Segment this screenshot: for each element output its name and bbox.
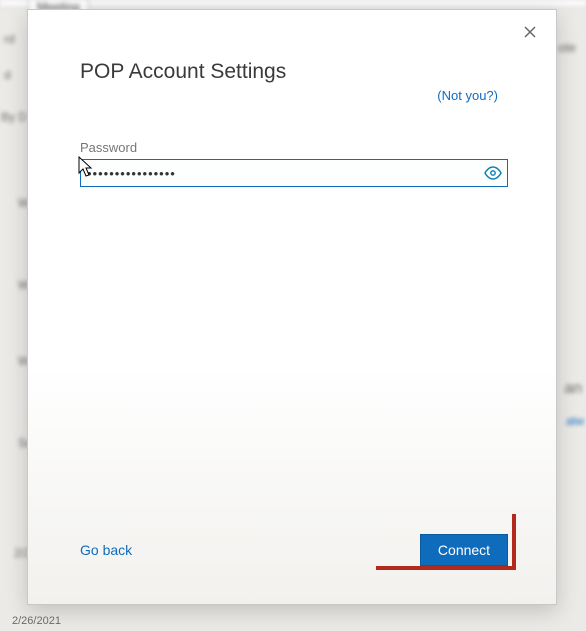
dialog-content: POP Account Settings (Not you?) Password… [28, 10, 556, 604]
eye-icon [484, 166, 502, 180]
bg-text-an: an [564, 380, 582, 398]
password-input[interactable] [80, 159, 508, 187]
bg-text-ote: ote [558, 40, 576, 55]
bg-text-by-d: By D [1, 110, 27, 124]
bg-text-alw: alw [566, 414, 584, 428]
connect-button[interactable]: Connect [420, 534, 508, 566]
reveal-password-button[interactable] [482, 162, 504, 184]
dialog-title: POP Account Settings [80, 60, 504, 84]
dialog-footer: Go back Connect [80, 534, 508, 566]
go-back-link[interactable]: Go back [80, 542, 132, 558]
bottom-date: 2/26/2021 [12, 615, 61, 627]
password-field-wrap [80, 159, 508, 187]
password-label: Password [80, 140, 504, 155]
bg-text-rd: rd [4, 32, 15, 46]
bg-text-d: d [4, 68, 11, 82]
not-you-link[interactable]: (Not you?) [437, 88, 498, 103]
pop-account-settings-dialog: POP Account Settings (Not you?) Password… [27, 9, 557, 605]
